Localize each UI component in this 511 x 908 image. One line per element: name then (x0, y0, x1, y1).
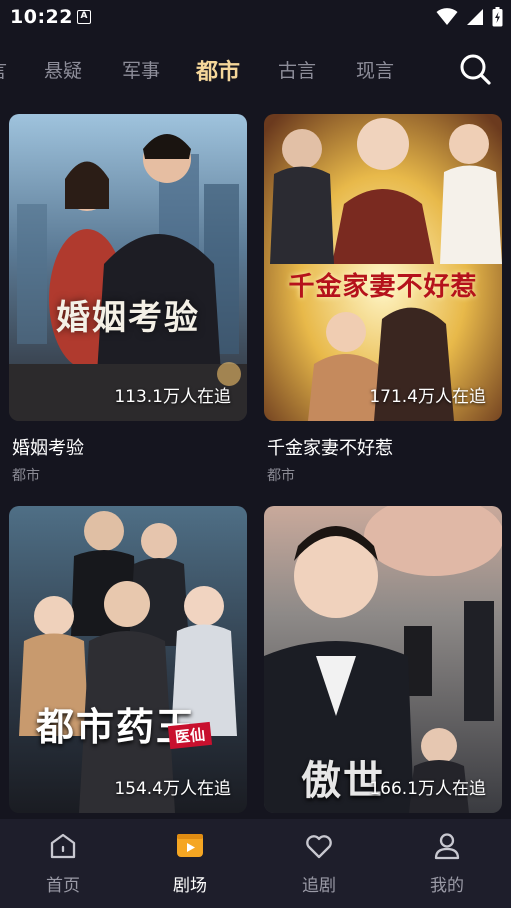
app-screen: 10:22 A 言 悬疑 军事 都市 古言 现言 (0, 0, 511, 908)
view-count: 113.1万人在追 (114, 387, 231, 407)
status-icons (436, 7, 503, 27)
drama-title: 千金家妻不好惹 (267, 438, 393, 459)
notification-icon: A (77, 10, 91, 24)
view-count: 171.4万人在追 (369, 387, 486, 407)
heart-icon (306, 835, 332, 859)
poster-title-text: 婚姻考验 (56, 298, 200, 338)
tab-partial[interactable]: 言 (0, 56, 7, 83)
poster-art (9, 114, 247, 421)
drama-card[interactable]: 千金家妻不好惹 171.4万人在追 千金家妻不好惹 都市 (264, 114, 502, 485)
view-count: 154.4万人在追 (114, 779, 231, 799)
drama-grid: 婚姻考验 113.1万人在追 婚姻考验 都市 千金家妻不好惹 171.4万人在追… (0, 113, 511, 819)
signal-icon (467, 9, 483, 25)
drama-genre: 都市 (12, 468, 40, 484)
status-time: 10:22 (10, 6, 73, 28)
poster-title-text: 千金家妻不好惹 (288, 272, 478, 302)
nav-label: 首页 (46, 876, 80, 896)
drama-card[interactable]: 都市药王 医仙 154.4万人在追 (9, 506, 247, 813)
nav-theater[interactable]: 剧场 (150, 831, 230, 896)
search-button[interactable] (458, 52, 492, 86)
category-tabs: 言 悬疑 军事 都市 古言 现言 (0, 44, 440, 92)
nav-follow[interactable]: 追剧 (279, 831, 359, 896)
drama-card[interactable]: 婚姻考验 113.1万人在追 婚姻考验 都市 (9, 114, 247, 485)
tab-ancient-romance[interactable]: 古言 (278, 56, 316, 83)
tab-modern-romance[interactable]: 现言 (356, 56, 394, 83)
drama-poster[interactable]: 都市药王 医仙 154.4万人在追 (9, 506, 247, 813)
tab-military[interactable]: 军事 (122, 56, 160, 83)
poster-art (9, 506, 247, 813)
wifi-icon (436, 8, 458, 25)
drama-poster[interactable]: 傲世 166.1万人在追 (264, 506, 502, 813)
home-icon (50, 833, 76, 859)
status-bar: 10:22 A (0, 0, 511, 36)
bottom-nav: 首页 剧场 追剧 我的 (0, 819, 511, 908)
poster-badge: 医仙 (167, 721, 213, 750)
nav-label: 追剧 (302, 876, 336, 896)
drama-title: 婚姻考验 (12, 438, 84, 459)
theater-play-icon (177, 834, 203, 857)
nav-profile[interactable]: 我的 (407, 831, 487, 896)
drama-poster[interactable]: 千金家妻不好惹 171.4万人在追 (264, 114, 502, 421)
drama-genre: 都市 (267, 468, 295, 484)
search-icon (460, 54, 491, 85)
profile-icon (434, 833, 460, 860)
drama-card[interactable]: 傲世 166.1万人在追 (264, 506, 502, 813)
nav-label: 我的 (430, 876, 464, 896)
drama-poster[interactable]: 婚姻考验 113.1万人在追 (9, 114, 247, 421)
view-count: 166.1万人在追 (369, 779, 486, 799)
tab-suspense[interactable]: 悬疑 (44, 56, 82, 83)
tab-urban[interactable]: 都市 (196, 54, 240, 86)
nav-label: 剧场 (173, 876, 207, 896)
battery-icon (492, 7, 503, 27)
nav-home[interactable]: 首页 (23, 831, 103, 896)
